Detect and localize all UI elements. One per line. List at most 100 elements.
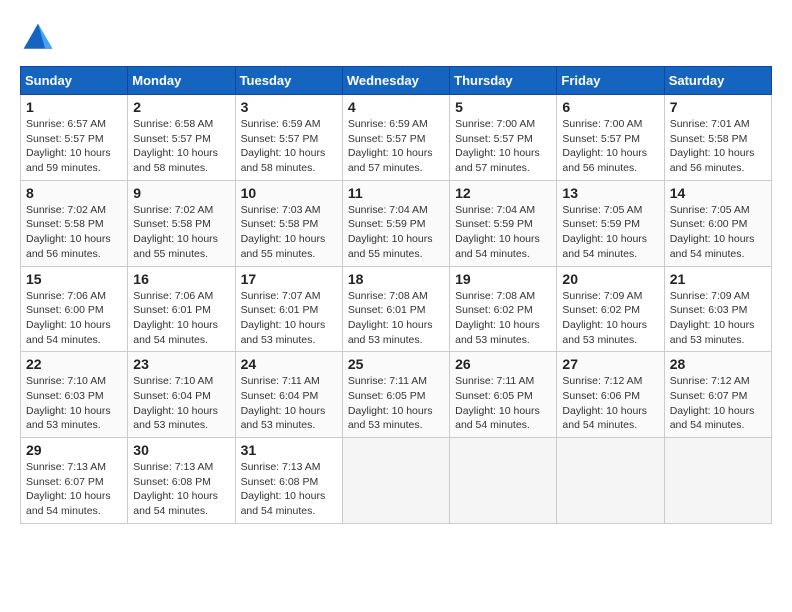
calendar-cell: 30 Sunrise: 7:13 AM Sunset: 6:08 PM Dayl… (128, 438, 235, 524)
day-info: Sunrise: 7:10 AM Sunset: 6:04 PM Dayligh… (133, 374, 229, 433)
calendar-cell: 19 Sunrise: 7:08 AM Sunset: 6:02 PM Dayl… (450, 266, 557, 352)
calendar-cell: 31 Sunrise: 7:13 AM Sunset: 6:08 PM Dayl… (235, 438, 342, 524)
day-number: 12 (455, 185, 551, 201)
day-number: 20 (562, 271, 658, 287)
calendar-week-5: 29 Sunrise: 7:13 AM Sunset: 6:07 PM Dayl… (21, 438, 772, 524)
calendar-cell: 29 Sunrise: 7:13 AM Sunset: 6:07 PM Dayl… (21, 438, 128, 524)
calendar-week-1: 1 Sunrise: 6:57 AM Sunset: 5:57 PM Dayli… (21, 95, 772, 181)
day-number: 28 (670, 356, 766, 372)
day-info: Sunrise: 7:13 AM Sunset: 6:07 PM Dayligh… (26, 460, 122, 519)
day-info: Sunrise: 6:59 AM Sunset: 5:57 PM Dayligh… (348, 117, 444, 176)
page-header (20, 20, 772, 56)
day-number: 3 (241, 99, 337, 115)
day-number: 22 (26, 356, 122, 372)
day-number: 7 (670, 99, 766, 115)
calendar-cell: 28 Sunrise: 7:12 AM Sunset: 6:07 PM Dayl… (664, 352, 771, 438)
day-number: 8 (26, 185, 122, 201)
calendar-cell: 9 Sunrise: 7:02 AM Sunset: 5:58 PM Dayli… (128, 180, 235, 266)
calendar-cell: 15 Sunrise: 7:06 AM Sunset: 6:00 PM Dayl… (21, 266, 128, 352)
day-number: 13 (562, 185, 658, 201)
calendar-cell: 23 Sunrise: 7:10 AM Sunset: 6:04 PM Dayl… (128, 352, 235, 438)
day-number: 21 (670, 271, 766, 287)
column-header-saturday: Saturday (664, 67, 771, 95)
day-info: Sunrise: 7:06 AM Sunset: 6:00 PM Dayligh… (26, 289, 122, 348)
day-info: Sunrise: 7:02 AM Sunset: 5:58 PM Dayligh… (26, 203, 122, 262)
day-info: Sunrise: 7:13 AM Sunset: 6:08 PM Dayligh… (133, 460, 229, 519)
day-number: 10 (241, 185, 337, 201)
day-number: 2 (133, 99, 229, 115)
calendar-cell: 6 Sunrise: 7:00 AM Sunset: 5:57 PM Dayli… (557, 95, 664, 181)
column-header-tuesday: Tuesday (235, 67, 342, 95)
day-number: 17 (241, 271, 337, 287)
calendar-cell: 20 Sunrise: 7:09 AM Sunset: 6:02 PM Dayl… (557, 266, 664, 352)
day-number: 26 (455, 356, 551, 372)
calendar-cell: 14 Sunrise: 7:05 AM Sunset: 6:00 PM Dayl… (664, 180, 771, 266)
calendar-cell: 22 Sunrise: 7:10 AM Sunset: 6:03 PM Dayl… (21, 352, 128, 438)
day-number: 31 (241, 442, 337, 458)
day-number: 4 (348, 99, 444, 115)
day-info: Sunrise: 7:08 AM Sunset: 6:01 PM Dayligh… (348, 289, 444, 348)
calendar-cell: 12 Sunrise: 7:04 AM Sunset: 5:59 PM Dayl… (450, 180, 557, 266)
calendar-cell: 2 Sunrise: 6:58 AM Sunset: 5:57 PM Dayli… (128, 95, 235, 181)
day-number: 14 (670, 185, 766, 201)
day-info: Sunrise: 7:08 AM Sunset: 6:02 PM Dayligh… (455, 289, 551, 348)
calendar-cell: 21 Sunrise: 7:09 AM Sunset: 6:03 PM Dayl… (664, 266, 771, 352)
day-info: Sunrise: 7:05 AM Sunset: 5:59 PM Dayligh… (562, 203, 658, 262)
calendar-cell: 26 Sunrise: 7:11 AM Sunset: 6:05 PM Dayl… (450, 352, 557, 438)
day-number: 24 (241, 356, 337, 372)
calendar-cell: 27 Sunrise: 7:12 AM Sunset: 6:06 PM Dayl… (557, 352, 664, 438)
day-info: Sunrise: 7:00 AM Sunset: 5:57 PM Dayligh… (562, 117, 658, 176)
calendar-cell: 25 Sunrise: 7:11 AM Sunset: 6:05 PM Dayl… (342, 352, 449, 438)
calendar-cell (557, 438, 664, 524)
day-info: Sunrise: 7:09 AM Sunset: 6:02 PM Dayligh… (562, 289, 658, 348)
calendar-cell (342, 438, 449, 524)
calendar-cell: 17 Sunrise: 7:07 AM Sunset: 6:01 PM Dayl… (235, 266, 342, 352)
day-number: 27 (562, 356, 658, 372)
day-number: 5 (455, 99, 551, 115)
day-info: Sunrise: 7:12 AM Sunset: 6:07 PM Dayligh… (670, 374, 766, 433)
calendar-week-4: 22 Sunrise: 7:10 AM Sunset: 6:03 PM Dayl… (21, 352, 772, 438)
column-header-wednesday: Wednesday (342, 67, 449, 95)
day-number: 16 (133, 271, 229, 287)
column-header-sunday: Sunday (21, 67, 128, 95)
day-number: 9 (133, 185, 229, 201)
day-info: Sunrise: 7:10 AM Sunset: 6:03 PM Dayligh… (26, 374, 122, 433)
day-info: Sunrise: 7:12 AM Sunset: 6:06 PM Dayligh… (562, 374, 658, 433)
calendar-cell: 16 Sunrise: 7:06 AM Sunset: 6:01 PM Dayl… (128, 266, 235, 352)
day-info: Sunrise: 7:02 AM Sunset: 5:58 PM Dayligh… (133, 203, 229, 262)
calendar-cell: 7 Sunrise: 7:01 AM Sunset: 5:58 PM Dayli… (664, 95, 771, 181)
column-header-friday: Friday (557, 67, 664, 95)
day-info: Sunrise: 7:03 AM Sunset: 5:58 PM Dayligh… (241, 203, 337, 262)
day-number: 1 (26, 99, 122, 115)
column-header-monday: Monday (128, 67, 235, 95)
day-info: Sunrise: 7:09 AM Sunset: 6:03 PM Dayligh… (670, 289, 766, 348)
day-number: 11 (348, 185, 444, 201)
column-header-thursday: Thursday (450, 67, 557, 95)
day-number: 15 (26, 271, 122, 287)
logo-icon (20, 20, 56, 56)
day-info: Sunrise: 7:11 AM Sunset: 6:05 PM Dayligh… (348, 374, 444, 433)
calendar-cell: 13 Sunrise: 7:05 AM Sunset: 5:59 PM Dayl… (557, 180, 664, 266)
calendar-cell (664, 438, 771, 524)
day-info: Sunrise: 7:11 AM Sunset: 6:05 PM Dayligh… (455, 374, 551, 433)
day-info: Sunrise: 6:59 AM Sunset: 5:57 PM Dayligh… (241, 117, 337, 176)
calendar-table: SundayMondayTuesdayWednesdayThursdayFrid… (20, 66, 772, 524)
day-info: Sunrise: 7:07 AM Sunset: 6:01 PM Dayligh… (241, 289, 337, 348)
calendar-cell: 10 Sunrise: 7:03 AM Sunset: 5:58 PM Dayl… (235, 180, 342, 266)
day-info: Sunrise: 7:11 AM Sunset: 6:04 PM Dayligh… (241, 374, 337, 433)
day-info: Sunrise: 7:04 AM Sunset: 5:59 PM Dayligh… (455, 203, 551, 262)
calendar-cell: 4 Sunrise: 6:59 AM Sunset: 5:57 PM Dayli… (342, 95, 449, 181)
calendar-week-2: 8 Sunrise: 7:02 AM Sunset: 5:58 PM Dayli… (21, 180, 772, 266)
day-info: Sunrise: 6:57 AM Sunset: 5:57 PM Dayligh… (26, 117, 122, 176)
calendar-cell: 1 Sunrise: 6:57 AM Sunset: 5:57 PM Dayli… (21, 95, 128, 181)
day-number: 29 (26, 442, 122, 458)
day-number: 19 (455, 271, 551, 287)
day-info: Sunrise: 6:58 AM Sunset: 5:57 PM Dayligh… (133, 117, 229, 176)
calendar-cell: 8 Sunrise: 7:02 AM Sunset: 5:58 PM Dayli… (21, 180, 128, 266)
day-number: 25 (348, 356, 444, 372)
day-number: 18 (348, 271, 444, 287)
calendar-cell (450, 438, 557, 524)
calendar-cell: 24 Sunrise: 7:11 AM Sunset: 6:04 PM Dayl… (235, 352, 342, 438)
day-info: Sunrise: 7:13 AM Sunset: 6:08 PM Dayligh… (241, 460, 337, 519)
day-info: Sunrise: 7:04 AM Sunset: 5:59 PM Dayligh… (348, 203, 444, 262)
